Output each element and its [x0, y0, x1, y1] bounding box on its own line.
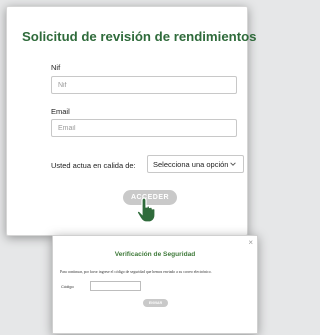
email-label: Email — [51, 107, 70, 116]
hand-pointer-icon — [136, 197, 156, 223]
login-card: Solicitud de revisión de rendimientos Ni… — [6, 6, 257, 236]
security-modal: × Verificación de Seguridad Para continu… — [52, 235, 258, 334]
nif-input[interactable] — [51, 76, 237, 94]
role-select-value: Selecciona una opción — [153, 159, 229, 169]
modal-title: Verificación de Seguridad — [114, 251, 196, 258]
enviar-button[interactable]: ENVIAR — [143, 299, 168, 307]
page-title: Solicitud de revisión de rendimientos — [22, 29, 257, 44]
role-select[interactable]: Selecciona una opción — [147, 155, 244, 173]
email-input[interactable] — [51, 119, 237, 137]
chevron-down-icon — [230, 162, 236, 166]
nif-label: Nif — [51, 63, 61, 72]
code-label: Código — [61, 284, 74, 289]
code-input[interactable] — [90, 281, 141, 291]
modal-message: Para continuar, por favor ingrese el cód… — [60, 270, 212, 274]
close-icon[interactable]: × — [248, 238, 253, 247]
role-label: Usted actua en calida de: — [51, 161, 136, 170]
